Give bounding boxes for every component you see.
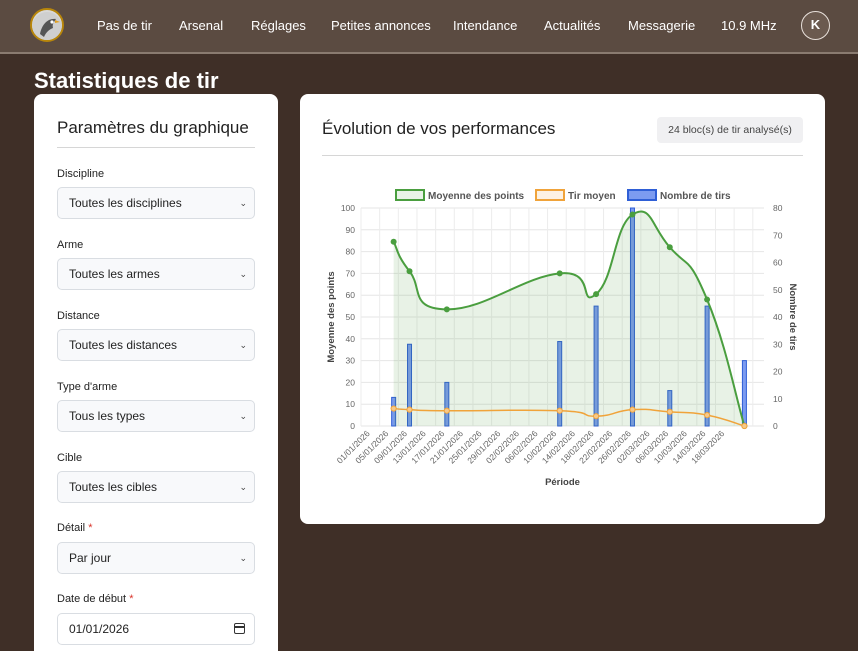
y-axis-title: Moyenne des points	[326, 271, 337, 362]
required-marker: *	[88, 522, 93, 534]
bar-nombre-de-tirs	[741, 360, 747, 427]
arme-select[interactable]: Toutes les armes ⌄	[57, 258, 255, 290]
nav-radio[interactable]: 10.9 MHz	[721, 18, 777, 33]
y-tick-label: 70	[346, 268, 356, 278]
detail-label: Détail *	[57, 522, 92, 534]
cible-select[interactable]: Toutes les cibles ⌄	[57, 471, 255, 503]
y-tick-label: 60	[346, 290, 356, 300]
legend-nombre-de-tirs-swatch	[627, 189, 657, 201]
required-marker: *	[129, 593, 134, 605]
y-tick-label: 90	[346, 225, 356, 235]
nav-intendance[interactable]: Intendance	[453, 18, 517, 33]
chevron-down-icon: ⌄	[239, 482, 247, 492]
legend-tir-moyen-swatch	[535, 189, 565, 201]
logo-icon[interactable]	[30, 8, 64, 42]
detail-select[interactable]: Par jour ⌄	[57, 542, 255, 574]
nav-reglages[interactable]: Réglages	[251, 18, 306, 33]
y2-tick-label: 0	[773, 421, 778, 431]
discipline-label: Discipline	[57, 168, 105, 180]
chevron-down-icon: ⌄	[239, 269, 247, 279]
y-tick-label: 10	[346, 399, 356, 409]
point-tir-moyen	[666, 408, 673, 415]
y2-tick-label: 50	[773, 285, 783, 295]
legend-tir-moyen-label: Tir moyen	[568, 191, 616, 202]
legend-nombre-de-tirs-label: Nombre de tirs	[660, 191, 731, 202]
y2-axis-title: Nombre de tirs	[787, 283, 798, 350]
y2-tick-label: 70	[773, 230, 783, 240]
navbar: Pas de tir Arsenal Réglages Petites anno…	[0, 0, 858, 54]
chevron-down-icon: ⌄	[239, 340, 247, 350]
point-moyenne-des-points	[443, 306, 450, 313]
detail-value: Par jour	[69, 551, 112, 565]
point-tir-moyen	[443, 407, 450, 414]
performance-card: Évolution de vos performances 24 bloc(s)…	[300, 94, 825, 524]
distance-select[interactable]: Toutes les distances ⌄	[57, 329, 255, 361]
point-tir-moyen	[741, 422, 748, 430]
y2-tick-label: 40	[773, 312, 783, 322]
x-axis-title: Période	[545, 477, 580, 488]
y2-tick-label: 30	[773, 339, 783, 349]
discipline-value: Toutes les disciplines	[69, 196, 182, 210]
y2-tick-label: 10	[773, 394, 783, 404]
nav-messagerie[interactable]: Messagerie	[628, 18, 695, 33]
chevron-down-icon: ⌄	[239, 411, 247, 421]
legend-moyenne-des-points-swatch	[395, 189, 425, 201]
y2-tick-label: 60	[773, 258, 783, 268]
point-moyenne-des-points	[704, 296, 711, 303]
arme-label: Arme	[57, 239, 84, 251]
point-tir-moyen	[406, 406, 413, 413]
params-title: Paramètres du graphique	[57, 118, 249, 137]
nav-actualites[interactable]: Actualités	[544, 18, 600, 33]
performance-chart: 0102030405060708090100010203040506070800…	[326, 189, 798, 488]
point-tir-moyen	[629, 406, 636, 413]
point-moyenne-des-points	[629, 211, 636, 218]
point-tir-moyen	[703, 412, 711, 419]
y-tick-label: 80	[346, 247, 356, 257]
point-moyenne-des-points	[556, 270, 563, 277]
nav-arsenal[interactable]: Arsenal	[179, 18, 223, 33]
area-moyenne-des-points	[393, 211, 745, 426]
cible-label: Cible	[57, 452, 83, 464]
y-tick-label: 50	[346, 312, 356, 322]
type-arme-value: Tous les types	[69, 409, 146, 423]
point-moyenne-des-points	[666, 244, 673, 251]
point-tir-moyen	[556, 407, 563, 414]
nav-pas-de-tir[interactable]: Pas de tir	[97, 18, 152, 33]
chevron-down-icon: ⌄	[239, 198, 247, 208]
date-debut-value: 01/01/2026	[69, 622, 130, 636]
y-tick-label: 100	[341, 203, 355, 213]
calendar-icon[interactable]	[234, 623, 245, 634]
avatar[interactable]: K	[801, 11, 830, 40]
y-tick-label: 40	[346, 334, 356, 344]
point-moyenne-des-points	[406, 268, 413, 275]
date-debut-input[interactable]: 01/01/2026	[57, 613, 255, 645]
point-tir-moyen	[390, 405, 397, 412]
date-debut-label: Date de début *	[57, 593, 133, 605]
y2-tick-label: 80	[773, 203, 783, 213]
legend-moyenne-des-points-label: Moyenne des points	[428, 191, 525, 202]
arme-value: Toutes les armes	[69, 267, 160, 281]
page-title: Statistiques de tir	[34, 68, 219, 93]
point-tir-moyen	[592, 413, 600, 420]
cible-value: Toutes les cibles	[69, 480, 158, 494]
discipline-select[interactable]: Toutes les disciplines ⌄	[57, 187, 255, 219]
point-moyenne-des-points	[390, 238, 397, 245]
nav-petites-annonces[interactable]: Petites annonces	[331, 18, 431, 33]
type-arme-label: Type d'arme	[57, 381, 118, 393]
y-tick-label: 0	[350, 421, 355, 431]
params-card: Paramètres du graphique Discipline Toute…	[34, 94, 278, 651]
point-moyenne-des-points	[593, 291, 600, 298]
params-divider	[57, 147, 255, 148]
y2-tick-label: 20	[773, 367, 783, 377]
distance-label: Distance	[57, 310, 100, 322]
y-tick-label: 20	[346, 377, 356, 387]
date-debut-label-text: Date de début	[57, 593, 127, 605]
y-tick-label: 30	[346, 356, 356, 366]
type-arme-select[interactable]: Tous les types ⌄	[57, 400, 255, 432]
distance-value: Toutes les distances	[69, 338, 178, 352]
detail-label-text: Détail	[57, 522, 86, 534]
chevron-down-icon: ⌄	[239, 553, 247, 563]
